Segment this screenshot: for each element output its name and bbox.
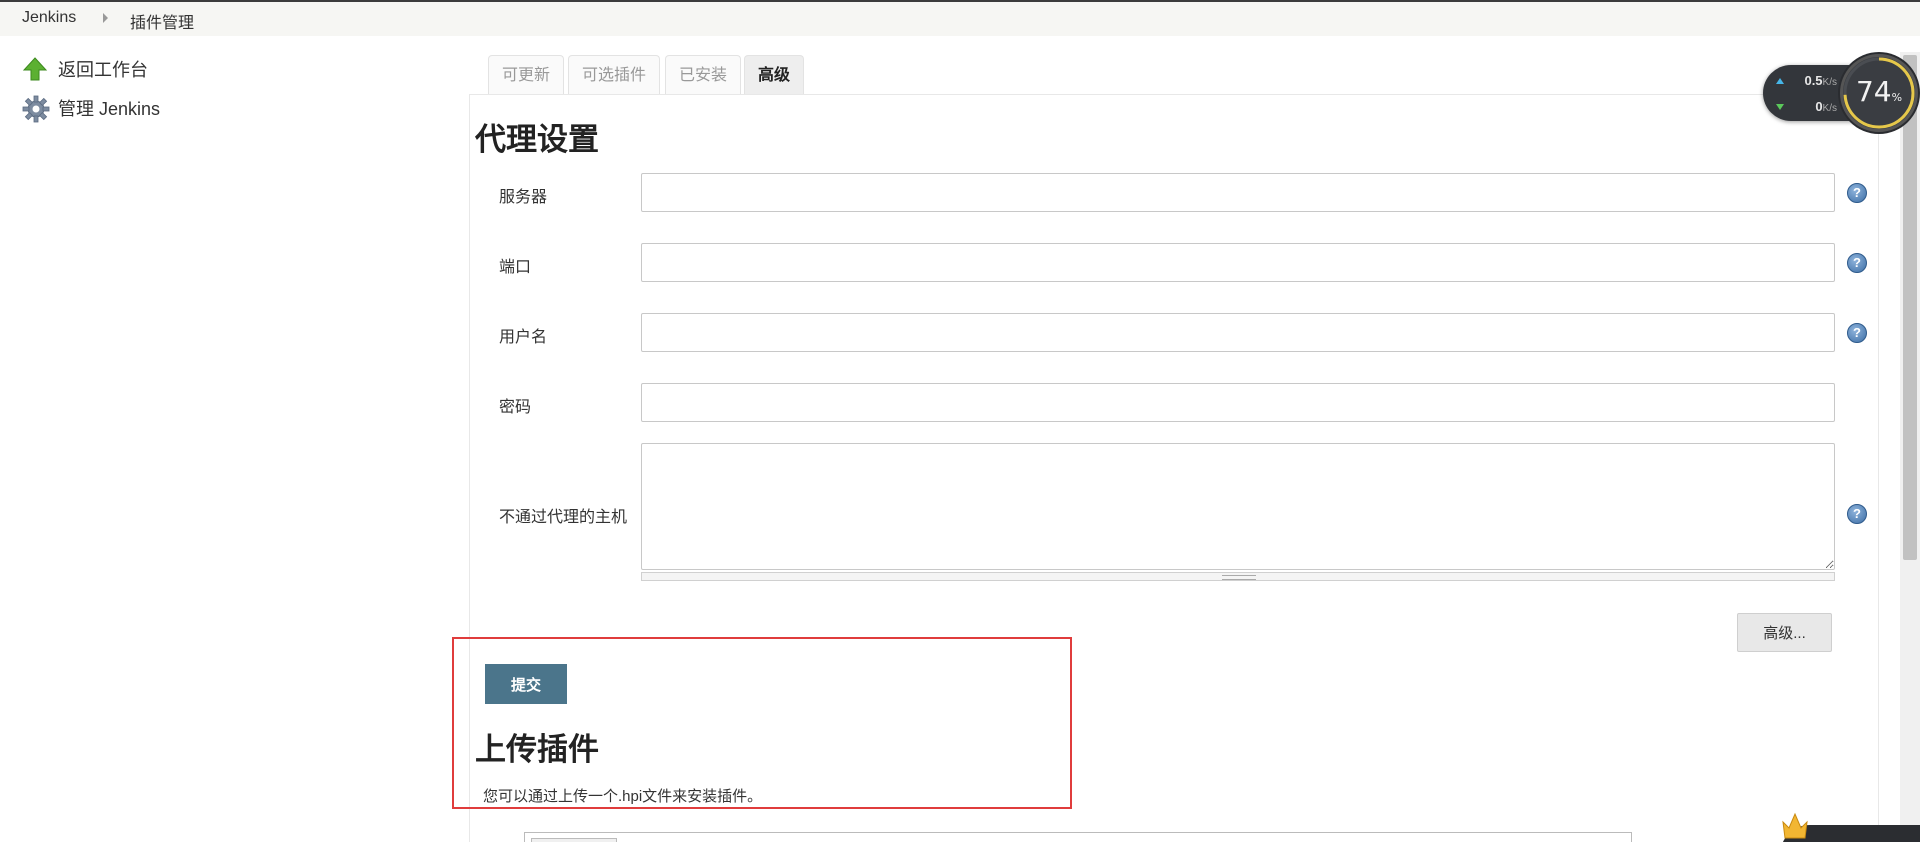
upload-speed-value: 0.5 bbox=[1804, 73, 1823, 88]
tab-updates[interactable]: 可更新 bbox=[488, 55, 565, 95]
server-label: 服务器 bbox=[499, 189, 548, 206]
breadcrumb-plugin-manager-link[interactable]: 插件管理 bbox=[130, 9, 194, 33]
submit-button[interactable]: 提交 bbox=[485, 664, 567, 704]
percent-sign: % bbox=[1891, 91, 1903, 104]
sidebar-item-manage-jenkins[interactable]: 管理 Jenkins bbox=[22, 95, 161, 123]
highlight-annotation-box bbox=[452, 637, 1072, 809]
breadcrumb: Jenkins 插件管理 bbox=[0, 2, 1920, 36]
download-speed-value: 0 bbox=[1815, 99, 1823, 114]
textarea-resize-handle[interactable] bbox=[641, 572, 1835, 581]
port-field[interactable] bbox=[641, 243, 1835, 282]
advanced-button[interactable]: 高级... bbox=[1737, 613, 1832, 652]
file-upload-field[interactable] bbox=[524, 832, 1632, 842]
breadcrumb-jenkins-link[interactable]: Jenkins bbox=[22, 9, 76, 27]
panel-border-top bbox=[469, 94, 1879, 95]
password-field[interactable] bbox=[641, 383, 1835, 422]
help-icon[interactable]: ? bbox=[1847, 183, 1867, 203]
help-icon[interactable]: ? bbox=[1847, 323, 1867, 343]
gear-icon bbox=[22, 95, 50, 123]
tab-advanced[interactable]: 高级 bbox=[744, 55, 805, 95]
memory-percent: 74% bbox=[1843, 75, 1915, 108]
no-proxy-hosts-label: 不通过代理的主机 bbox=[499, 509, 628, 526]
upload-plugin-title: 上传插件 bbox=[475, 732, 599, 767]
server-field[interactable] bbox=[641, 173, 1835, 212]
download-speed-unit: K/s bbox=[1822, 103, 1837, 114]
upload-description: 您可以通过上传一个.hpi文件来安装插件。 bbox=[483, 788, 763, 805]
sidebar-item-back-to-dashboard[interactable]: 返回工作台 bbox=[22, 56, 148, 82]
tab-installed[interactable]: 已安装 bbox=[665, 55, 742, 95]
help-icon[interactable]: ? bbox=[1847, 253, 1867, 273]
memory-gauge[interactable]: 74% bbox=[1840, 54, 1918, 132]
port-label: 端口 bbox=[499, 259, 532, 276]
sidebar-item-label: 返回工作台 bbox=[58, 60, 148, 80]
proxy-settings-title: 代理设置 bbox=[475, 122, 599, 157]
download-speed: 0K/s bbox=[1777, 99, 1837, 114]
crown-icon bbox=[1780, 808, 1810, 842]
up-arrow-icon bbox=[22, 56, 48, 82]
upload-speed-unit: K/s bbox=[1822, 77, 1837, 88]
password-label: 密码 bbox=[499, 399, 532, 416]
choose-file-button[interactable] bbox=[531, 838, 617, 842]
help-icon[interactable]: ? bbox=[1847, 504, 1867, 524]
breadcrumb-separator-icon bbox=[103, 13, 108, 23]
username-label: 用户名 bbox=[499, 329, 548, 346]
no-proxy-hosts-textarea[interactable] bbox=[641, 443, 1835, 570]
memory-percent-value: 74 bbox=[1855, 75, 1892, 108]
sidebar-item-label: 管理 Jenkins bbox=[58, 99, 161, 119]
tab-available[interactable]: 可选插件 bbox=[568, 55, 661, 95]
upload-speed: 0.5K/s bbox=[1777, 73, 1837, 88]
username-field[interactable] bbox=[641, 313, 1835, 352]
panel-border-right bbox=[1878, 94, 1879, 842]
